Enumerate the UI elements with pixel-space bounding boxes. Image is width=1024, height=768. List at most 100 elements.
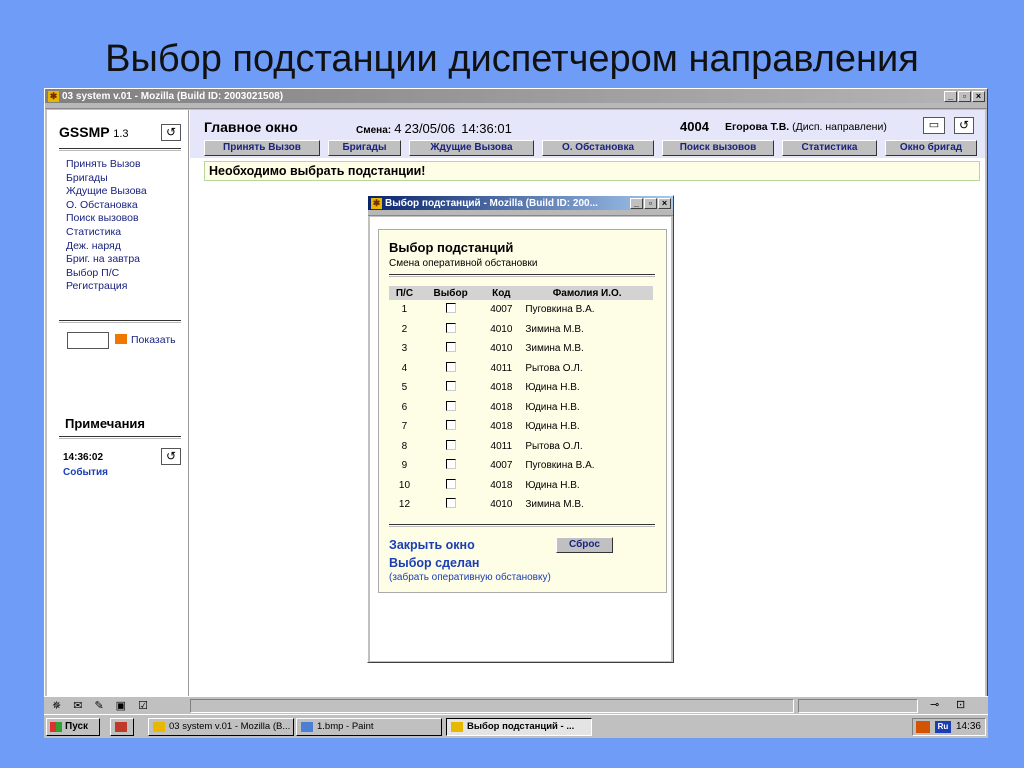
dialog-titlebar[interactable]: ✱ Выбор подстанций - Mozilla (Build ID: … — [368, 196, 673, 210]
select-checkbox[interactable] — [445, 303, 456, 314]
dialog-grippy-strip[interactable] — [368, 210, 673, 216]
table-row: 8 4011 Рытова О.Л. — [389, 437, 653, 457]
sidebar-item-accept-call[interactable]: Принять Вызов — [66, 158, 147, 172]
column-header-ps: П/С — [389, 286, 420, 300]
sidebar-item-call-search[interactable]: Поиск вызовов — [66, 212, 147, 226]
shift-label: Смена: — [356, 125, 392, 136]
sidebar-divider — [59, 436, 181, 439]
close-button[interactable]: × — [972, 90, 985, 102]
sidebar-item-waiting-calls[interactable]: Ждущие Вызова — [66, 185, 147, 199]
cell-ps: 1 — [401, 304, 408, 316]
dispatcher-info: Егорова Т.В. (Дисп. направлени) — [725, 121, 887, 133]
show-button[interactable]: Показать — [115, 334, 176, 346]
sidebar-divider — [59, 320, 181, 323]
cell-select — [420, 456, 481, 476]
cell-name: Юдина Н.В. — [525, 382, 580, 394]
sidebar-item-duty[interactable]: Деж. наряд — [66, 240, 147, 254]
taskbar-item-dialog[interactable]: Выбор подстанций - ... — [446, 718, 592, 736]
reset-button[interactable]: Сброс — [556, 537, 613, 553]
mail-icon[interactable]: ✉ — [73, 699, 82, 712]
notes-refresh-icon[interactable]: ↺ — [161, 448, 181, 465]
situation-button[interactable]: О. Обстановка — [542, 140, 654, 156]
online-icon[interactable]: ⊸ — [930, 698, 939, 711]
sidebar-item-statistics[interactable]: Статистика — [66, 226, 147, 240]
sidebar-item-tomorrow-brigades[interactable]: Бриг. на завтра — [66, 253, 147, 267]
status-text-field — [190, 699, 794, 713]
chatzilla-icon[interactable]: ☑ — [138, 699, 148, 712]
header-refresh-icon[interactable]: ↺ — [954, 117, 974, 134]
select-checkbox[interactable] — [445, 459, 456, 470]
cell-ps: 4 — [401, 362, 408, 374]
taskbar-item-paint-label: 1.bmp - Paint — [317, 721, 374, 732]
dialog-subheading: Смена оперативной обстановки — [389, 258, 538, 269]
table-row: 12 4010 Зимина М.В. — [389, 495, 653, 515]
show-number-input[interactable] — [67, 332, 109, 349]
waiting-calls-button[interactable]: Ждущие Вызова — [409, 140, 534, 156]
sidebar-item-brigades[interactable]: Бригады — [66, 172, 147, 186]
cell-ps: 6 — [401, 401, 408, 413]
cell-ps: 5 — [401, 382, 408, 394]
cell-select — [420, 495, 481, 515]
close-window-link[interactable]: Закрыть окно — [389, 538, 475, 552]
toolbar-grippy-strip[interactable] — [45, 103, 987, 109]
mozilla-app-icon: ✱ — [371, 197, 382, 209]
select-checkbox[interactable] — [445, 420, 456, 431]
list-icon — [115, 334, 127, 344]
address-book-icon[interactable]: ▣ — [116, 699, 126, 712]
print-icon[interactable]: ▭ — [923, 117, 945, 134]
composer-icon[interactable]: ✎ — [94, 699, 103, 712]
dialog-minimize-button[interactable]: _ — [630, 197, 643, 209]
dialog-maximize-button[interactable]: ▫ — [644, 197, 657, 209]
notes-title: Примечания — [65, 416, 146, 431]
dialog-divider — [389, 524, 655, 527]
sidebar-refresh-icon[interactable]: ↺ — [161, 124, 181, 141]
maximize-button[interactable]: ▫ — [958, 90, 971, 102]
taskbar-item-main-label: 03 system v.01 - Mozilla (B... — [169, 721, 291, 732]
select-checkbox[interactable] — [445, 381, 456, 392]
navigator-icon[interactable]: ✵ — [52, 699, 61, 712]
select-checkbox[interactable] — [445, 478, 456, 489]
cell-ps: 12 — [398, 499, 411, 511]
table-row: 10 4018 Юдина Н.В. — [389, 476, 653, 496]
taskbar-item-paint[interactable]: 1.bmp - Paint — [296, 718, 442, 736]
select-checkbox[interactable] — [445, 400, 456, 411]
quicklaunch-icon[interactable] — [110, 718, 134, 736]
sidebar-nav: Принять Вызов Бригады Ждущие Вызова О. О… — [66, 158, 147, 294]
cell-name: Юдина Н.В. — [525, 479, 580, 491]
take-situation-link[interactable]: (забрать оперативную обстановку) — [389, 572, 551, 583]
brigade-window-button[interactable]: Окно бригад — [885, 140, 977, 156]
select-checkbox[interactable] — [445, 439, 456, 450]
dialog-close-button[interactable]: × — [658, 197, 671, 209]
selection-done-link[interactable]: Выбор сделан — [389, 556, 479, 570]
main-window-titlebar[interactable]: ✱ 03 system v.01 - Mozilla (Build ID: 20… — [45, 89, 987, 103]
accept-call-button[interactable]: Принять Вызов — [204, 140, 320, 156]
cell-code: 4010 — [490, 499, 513, 511]
select-checkbox[interactable] — [445, 361, 456, 372]
select-checkbox[interactable] — [445, 498, 456, 509]
minimize-button[interactable]: _ — [944, 90, 957, 102]
language-indicator[interactable]: Ru — [935, 721, 951, 733]
table-row: 4 4011 Рытова О.Л. — [389, 359, 653, 379]
cell-ps: 10 — [398, 479, 411, 491]
tray-app-icon[interactable] — [916, 721, 930, 733]
cell-code: 4007 — [490, 460, 513, 472]
sidebar-item-select-substation[interactable]: Выбор П/С — [66, 267, 147, 281]
statistics-button[interactable]: Статистика — [782, 140, 877, 156]
main-toolbar: Принять Вызов Бригады Ждущие Вызова О. О… — [204, 140, 985, 156]
column-header-select: Выбор — [419, 286, 482, 300]
call-search-button[interactable]: Поиск вызовов — [662, 140, 774, 156]
security-lock-icon[interactable]: ⊡ — [956, 698, 965, 711]
sidebar-item-registration[interactable]: Регистрация — [66, 280, 147, 294]
tray-clock[interactable]: 14:36 — [956, 721, 981, 732]
start-button[interactable]: Пуск — [46, 718, 100, 736]
mozilla-task-icon — [153, 722, 165, 732]
brigades-button[interactable]: Бригады — [328, 140, 401, 156]
select-checkbox[interactable] — [445, 342, 456, 353]
cell-select — [420, 476, 481, 496]
events-link[interactable]: События — [63, 467, 108, 478]
cell-ps: 9 — [401, 460, 408, 472]
select-checkbox[interactable] — [445, 322, 456, 333]
sidebar-item-situation[interactable]: О. Обстановка — [66, 199, 147, 213]
taskbar-item-main[interactable]: 03 system v.01 - Mozilla (B... — [148, 718, 294, 736]
dialog-content: Выбор подстанций Смена оперативной обста… — [370, 217, 671, 661]
